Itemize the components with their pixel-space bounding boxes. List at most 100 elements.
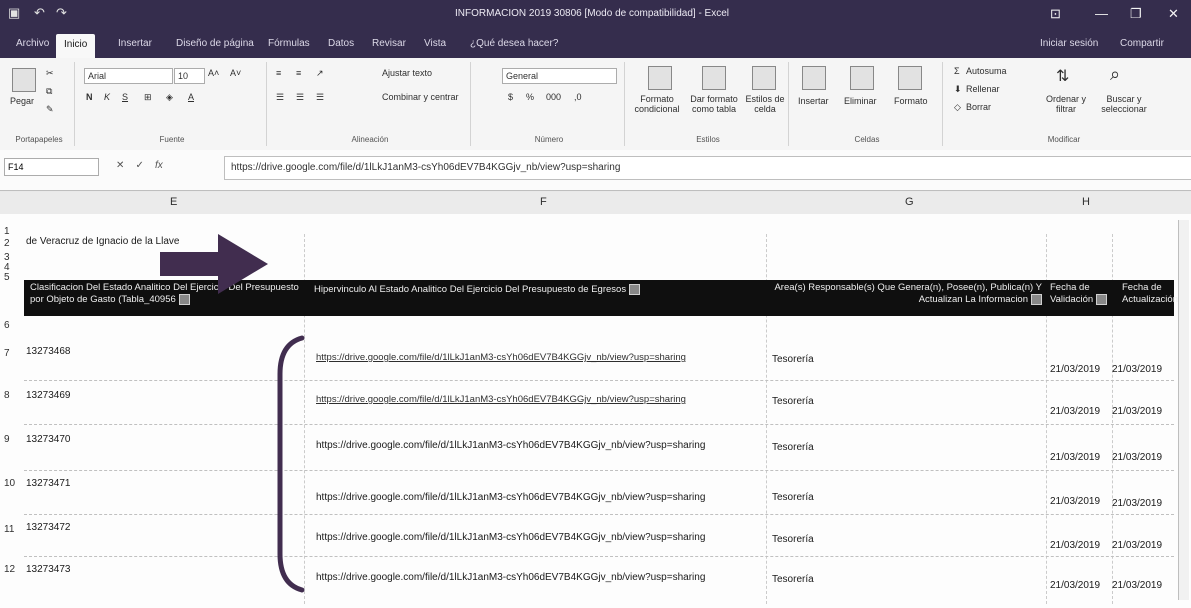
area-cell[interactable]: Tesorería — [772, 492, 814, 503]
format-table-icon[interactable] — [702, 66, 726, 90]
header-area-responsable[interactable]: Area(s) Responsable(s) Que Genera(n), Po… — [772, 282, 1042, 306]
fecha-actualizacion-cell[interactable]: 21/03/2019 — [1112, 406, 1162, 417]
shrink-font-icon[interactable]: A˅ — [230, 68, 241, 78]
function-icon[interactable]: fx — [155, 160, 163, 171]
header-fecha-actualizacion[interactable]: Fecha de Actualización — [1122, 282, 1178, 306]
paste-icon[interactable] — [12, 68, 36, 92]
format-as-table-button[interactable]: Dar formato como tabla — [686, 94, 742, 114]
font-name-select[interactable]: Arial — [84, 68, 173, 84]
tab-vista[interactable]: Vista — [424, 38, 446, 49]
fecha-validacion-cell[interactable]: 21/03/2019 — [1050, 364, 1100, 375]
hyperlink-cell[interactable]: https://drive.google.com/file/d/1lLkJ1an… — [316, 572, 705, 583]
clasificacion-cell[interactable]: 13273471 — [26, 478, 71, 489]
filter-dropdown-icon[interactable] — [1096, 294, 1108, 305]
hyperlink-cell[interactable]: https://drive.google.com/file/d/1lLkJ1an… — [316, 532, 705, 543]
hyperlink-cell[interactable]: https://drive.google.com/file/d/1lLkJ1an… — [316, 440, 705, 451]
minimize-icon[interactable]: — — [1095, 6, 1108, 21]
area-cell[interactable]: Tesorería — [772, 354, 814, 365]
format-painter-icon[interactable]: ✎ — [46, 104, 54, 115]
align-top-icon[interactable]: ≡ — [276, 68, 281, 78]
delete-cells-button[interactable]: Eliminar — [844, 96, 877, 106]
sort-filter-icon[interactable]: ⇅ — [1056, 66, 1069, 86]
redo-icon[interactable]: ↷ — [56, 5, 67, 21]
format-cells-button[interactable]: Formato — [894, 96, 928, 106]
fecha-validacion-cell[interactable]: 21/03/2019 — [1050, 580, 1100, 591]
cell-styles-button[interactable]: Estilos de celda — [744, 94, 786, 114]
clear-icon[interactable]: ◇ — [954, 102, 961, 113]
decimal-icon[interactable]: ,0 — [574, 92, 582, 102]
delete-cells-icon[interactable] — [850, 66, 874, 90]
font-color-icon[interactable]: A — [188, 92, 194, 102]
area-cell[interactable]: Tesorería — [772, 442, 814, 453]
conditional-format-icon[interactable] — [648, 66, 672, 90]
header-fecha-validacion[interactable]: Fecha de Validación — [1050, 282, 1112, 306]
undo-icon[interactable]: ↶ — [34, 5, 45, 21]
number-format-select[interactable]: General — [502, 68, 617, 84]
filter-dropdown-icon[interactable] — [629, 284, 641, 295]
share-button[interactable]: Compartir — [1120, 38, 1164, 49]
clear-button[interactable]: Borrar — [966, 102, 991, 112]
cell-styles-icon[interactable] — [752, 66, 776, 90]
sign-in-link[interactable]: Iniciar sesión — [1040, 38, 1098, 49]
fecha-validacion-cell[interactable]: 21/03/2019 — [1050, 452, 1100, 463]
fecha-validacion-cell[interactable]: 21/03/2019 — [1050, 496, 1100, 507]
align-middle-icon[interactable]: ≡ — [296, 68, 301, 78]
align-right-icon[interactable]: ☰ — [316, 92, 324, 103]
column-header-h[interactable]: H — [1082, 196, 1090, 208]
fecha-actualizacion-cell[interactable]: 21/03/2019 — [1112, 452, 1162, 463]
clasificacion-cell[interactable]: 13273468 — [26, 346, 71, 357]
maximize-icon[interactable]: ❐ — [1130, 6, 1142, 22]
tab-datos[interactable]: Datos — [328, 38, 354, 49]
fill-icon[interactable]: ⬇ — [954, 84, 962, 95]
area-cell[interactable]: Tesorería — [772, 396, 814, 407]
hyperlink-cell[interactable]: https://drive.google.com/file/d/1lLkJ1an… — [316, 352, 686, 363]
fecha-actualizacion-cell[interactable]: 21/03/2019 — [1112, 580, 1162, 591]
sort-filter-button[interactable]: Ordenar y filtrar — [1042, 94, 1090, 114]
clasificacion-cell[interactable]: 13273469 — [26, 390, 71, 401]
clasificacion-cell[interactable]: 13273470 — [26, 434, 71, 445]
filter-dropdown-icon[interactable] — [178, 294, 190, 305]
area-cell[interactable]: Tesorería — [772, 574, 814, 585]
clasificacion-cell[interactable]: 13273472 — [26, 522, 71, 533]
fill-color-icon[interactable]: ◈ — [166, 92, 173, 103]
formula-input[interactable]: https://drive.google.com/file/d/1lLkJ1an… — [224, 156, 1191, 180]
format-cells-icon[interactable] — [898, 66, 922, 90]
fecha-validacion-cell[interactable]: 21/03/2019 — [1050, 540, 1100, 551]
ribbon-options-icon[interactable]: ⊡ — [1050, 6, 1061, 22]
autosum-button[interactable]: Autosuma — [966, 66, 1007, 76]
tab-archivo[interactable]: Archivo — [16, 38, 49, 49]
cancel-icon[interactable]: ✕ — [116, 160, 124, 171]
area-cell[interactable]: Tesorería — [772, 534, 814, 545]
font-size-select[interactable]: 10 — [174, 68, 205, 84]
search-icon[interactable]: ⌕ — [1110, 64, 1120, 85]
orientation-icon[interactable]: ↗ — [316, 68, 324, 79]
paste-button[interactable]: Pegar — [10, 96, 34, 106]
hyperlink-cell[interactable]: https://drive.google.com/file/d/1lLkJ1an… — [316, 492, 705, 503]
bold-icon[interactable]: N — [86, 92, 93, 102]
align-left-icon[interactable]: ☰ — [276, 92, 284, 103]
title-cell[interactable]: de Veracruz de Ignacio de la Llave — [26, 236, 179, 247]
insert-cells-button[interactable]: Insertar — [798, 96, 829, 106]
underline-icon[interactable]: S — [122, 92, 128, 102]
conditional-format-button[interactable]: Formato condicional — [632, 94, 682, 114]
fill-button[interactable]: Rellenar — [966, 84, 1000, 94]
clasificacion-cell[interactable]: 13273473 — [26, 564, 71, 575]
grow-font-icon[interactable]: A˄ — [208, 68, 219, 78]
borders-icon[interactable]: ⊞ — [144, 92, 152, 103]
fecha-actualizacion-cell[interactable]: 21/03/2019 — [1112, 498, 1162, 509]
close-icon[interactable]: ✕ — [1168, 6, 1179, 22]
fecha-actualizacion-cell[interactable]: 21/03/2019 — [1112, 364, 1162, 375]
column-header-e[interactable]: E — [170, 196, 177, 208]
find-select-button[interactable]: Buscar y seleccionar — [1096, 94, 1152, 114]
italic-icon[interactable]: K — [104, 92, 110, 102]
name-box[interactable]: F14 — [4, 158, 99, 176]
autosum-icon[interactable]: Σ — [954, 66, 960, 76]
fecha-actualizacion-cell[interactable]: 21/03/2019 — [1112, 540, 1162, 551]
currency-icon[interactable]: $ — [508, 92, 513, 102]
tab-insertar[interactable]: Insertar — [118, 38, 152, 49]
percent-icon[interactable]: % — [526, 92, 534, 102]
merge-center-button[interactable]: Combinar y centrar — [382, 92, 459, 102]
wrap-text-button[interactable]: Ajustar texto — [382, 68, 432, 78]
tab-revisar[interactable]: Revisar — [372, 38, 406, 49]
fecha-validacion-cell[interactable]: 21/03/2019 — [1050, 406, 1100, 417]
